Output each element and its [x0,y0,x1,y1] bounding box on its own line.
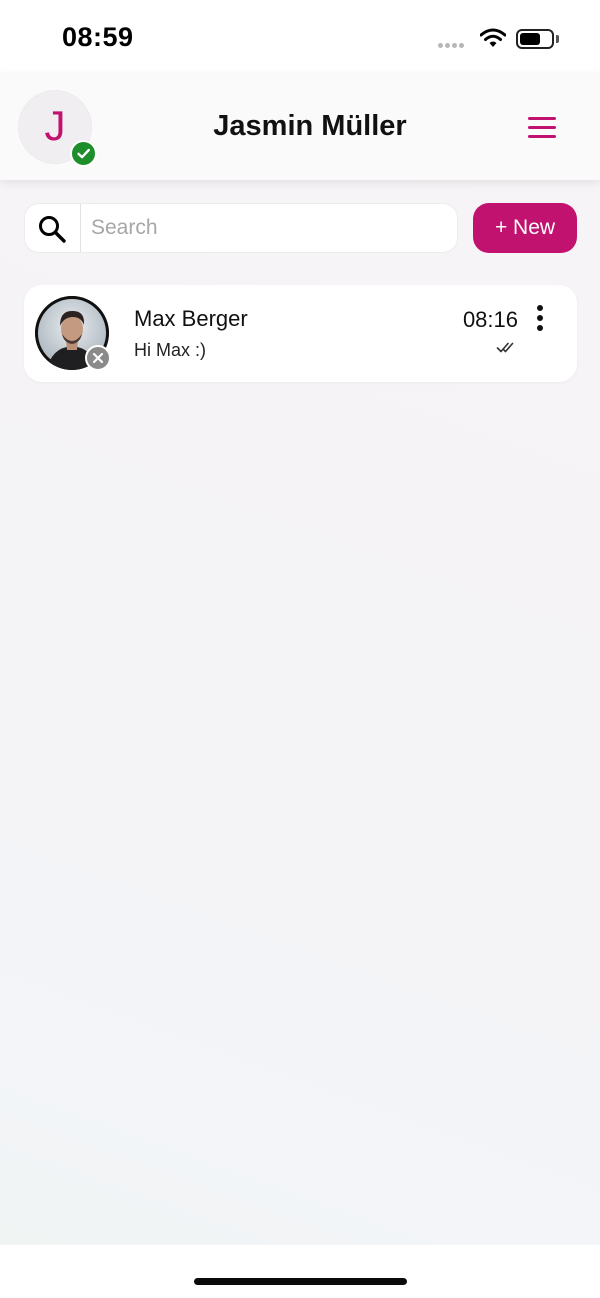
offline-status-badge [85,345,111,371]
double-check-icon [496,342,514,353]
online-status-badge [70,140,97,167]
bottom-safe-area [0,1245,600,1298]
close-icon [92,352,104,364]
chat-timestamp: 08:16 [462,307,518,332]
search-divider [80,204,81,252]
chat-contact-name: Max Berger [134,306,248,331]
search-icon[interactable] [37,214,67,244]
battery-level [520,33,540,45]
wifi-icon [480,28,506,47]
chat-list-item[interactable]: Max Berger Hi Max :) 08:16 [24,285,577,382]
page-title: Jasmin Müller [213,110,407,142]
battery-icon [516,29,554,49]
more-options-icon[interactable] [530,305,550,335]
new-chat-button[interactable]: + New [473,203,577,253]
status-time: 08:59 [62,22,134,52]
chat-last-message: Hi Max :) [134,340,206,360]
search-bar [25,204,457,252]
search-input[interactable] [91,204,441,252]
check-icon [77,148,90,159]
hamburger-menu-icon[interactable] [520,110,564,144]
signal-dots-icon [438,43,464,48]
battery-cap [556,35,559,43]
home-indicator[interactable] [194,1278,407,1285]
status-bar: 08:59 [0,0,600,72]
